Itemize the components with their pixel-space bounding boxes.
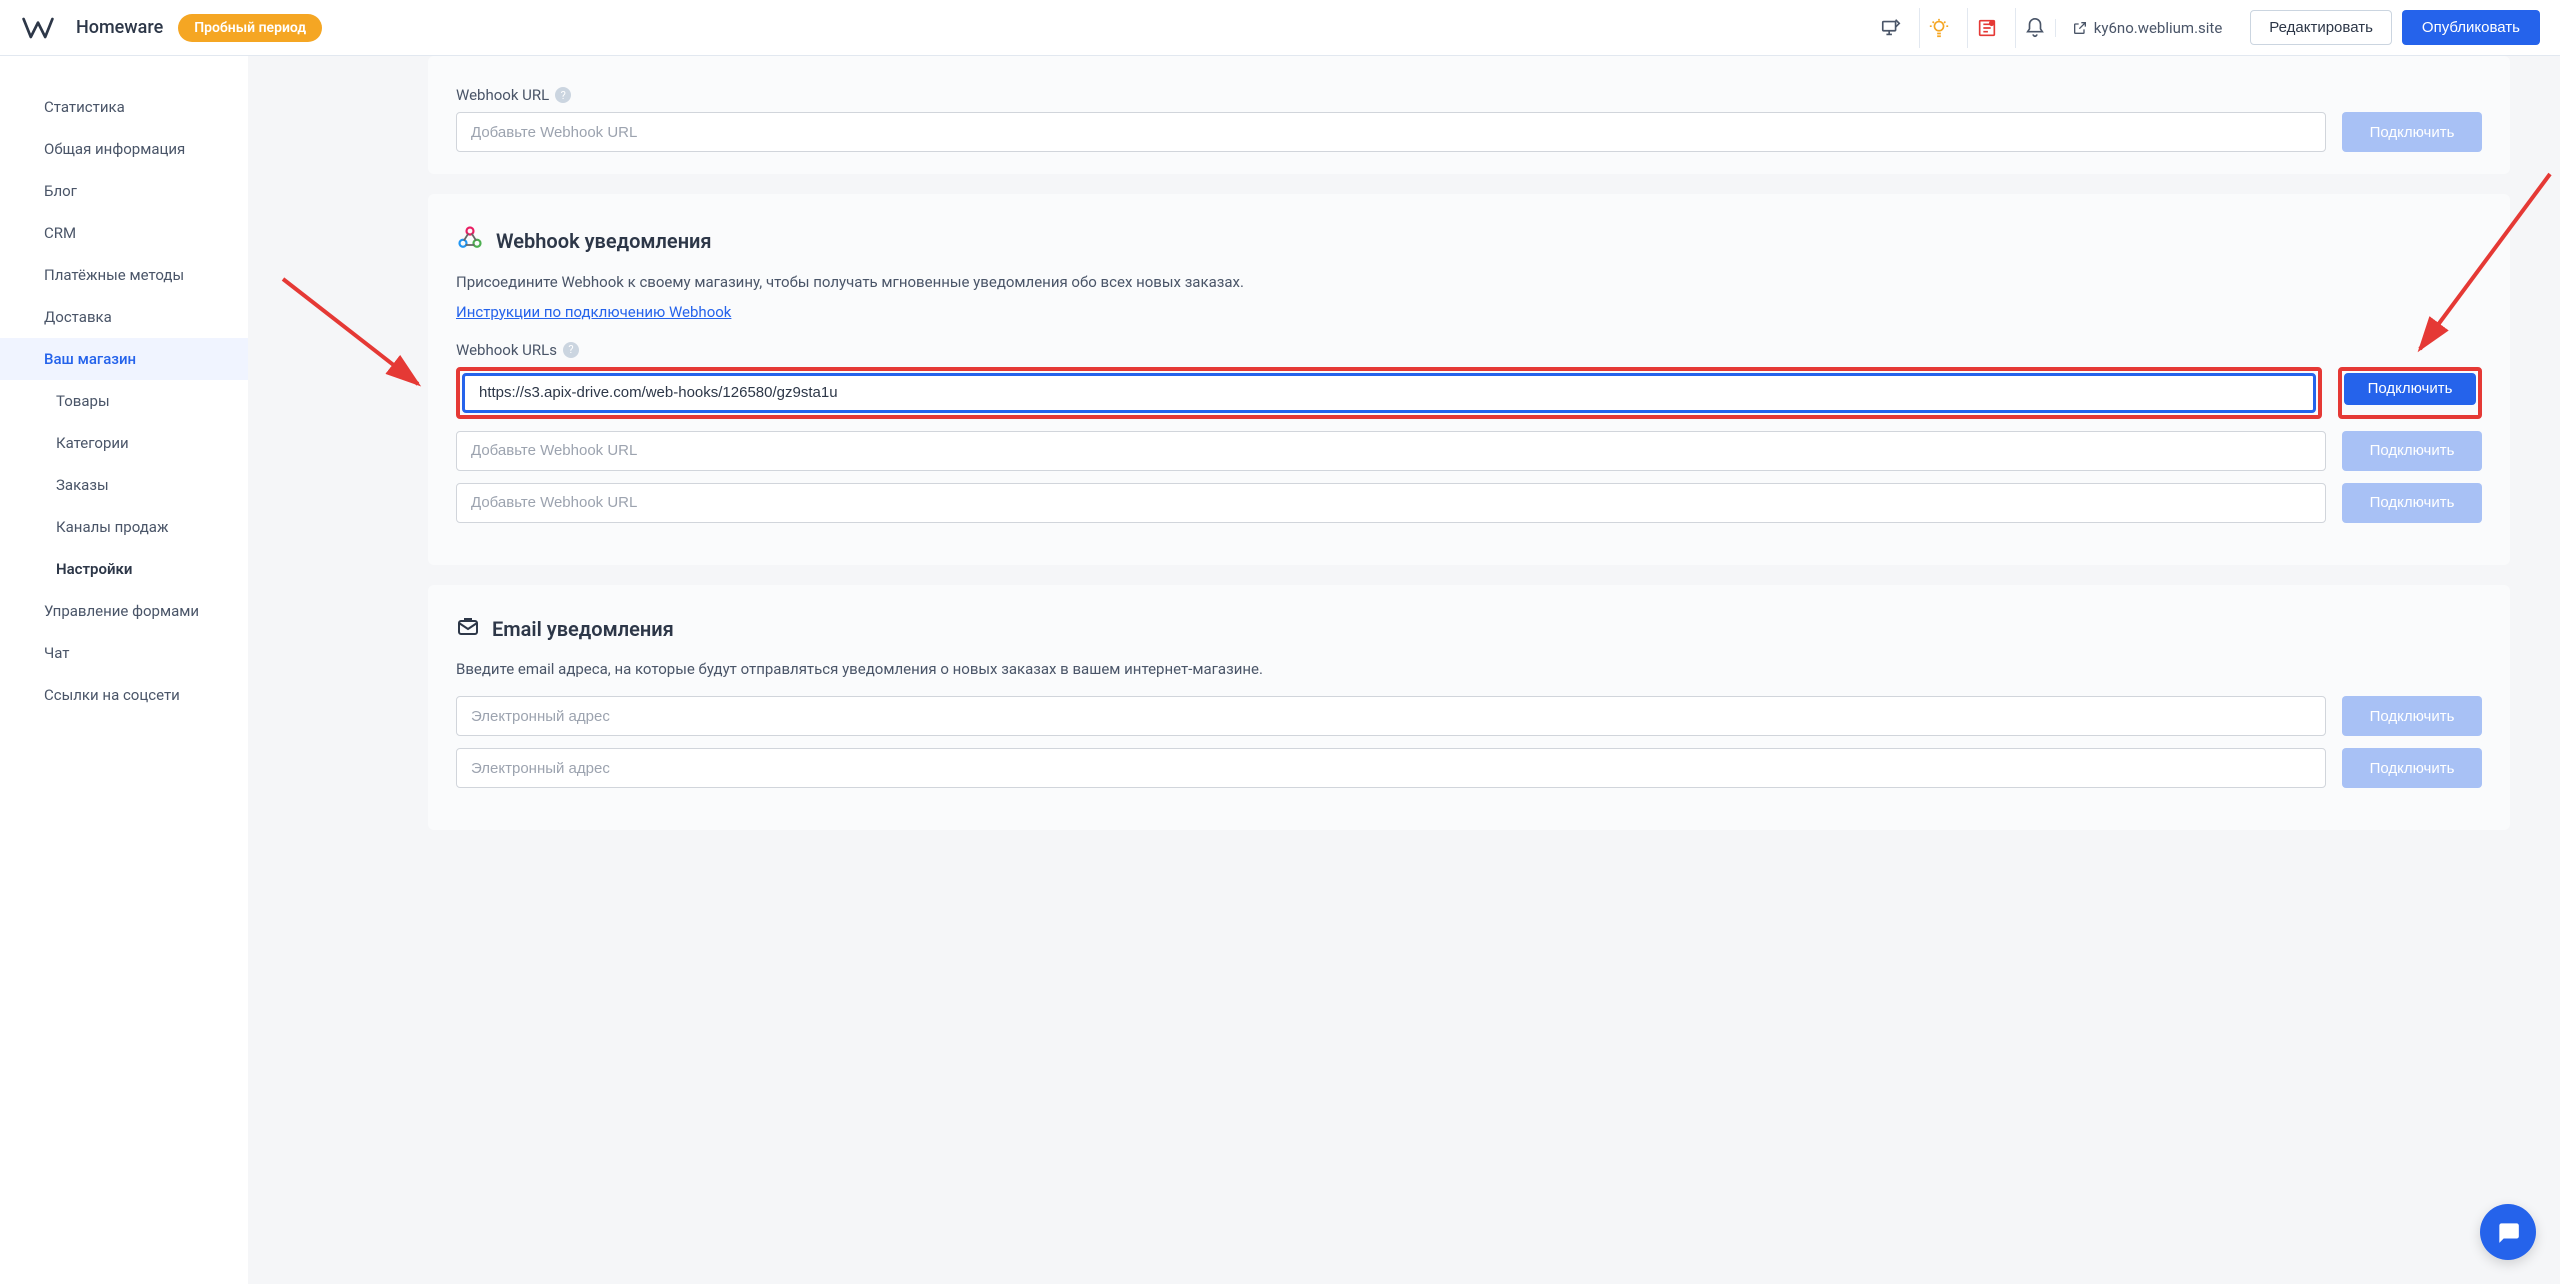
chat-widget[interactable] (2480, 1204, 2536, 1260)
sidebar-item-general[interactable]: Общая информация (0, 128, 248, 170)
sidebar-item-forms[interactable]: Управление формами (0, 590, 248, 632)
sidebar-item-payments[interactable]: Платёжные методы (0, 254, 248, 296)
webhook-url-input[interactable] (456, 112, 2326, 152)
site-url-link[interactable]: ky6no.weblium.site (2055, 19, 2239, 37)
main-content: Webhook URL ? Подключить We (248, 56, 2560, 1284)
header: Homeware Пробный период ky6no.weblium.si… (0, 0, 2560, 56)
help-icon[interactable]: ? (555, 87, 571, 103)
news-icon[interactable] (1967, 8, 2007, 48)
webhook-url-label: Webhook URL (456, 86, 549, 104)
webhook-urls-label: Webhook URLs (456, 341, 557, 359)
connect-button[interactable]: Подключить (2342, 431, 2482, 471)
sidebar-item-delivery[interactable]: Доставка (0, 296, 248, 338)
publish-button[interactable]: Опубликовать (2402, 10, 2540, 45)
email-icon (456, 615, 480, 644)
connect-button-active[interactable]: Подключить (2344, 373, 2476, 405)
connect-button[interactable]: Подключить (2342, 112, 2482, 152)
sidebar-subitem-settings[interactable]: Настройки (0, 548, 248, 590)
webhook-single-card: Webhook URL ? Подключить (428, 56, 2510, 174)
webhook-url-input-3[interactable] (456, 483, 2326, 523)
webhook-url-input-1[interactable] (462, 373, 2316, 413)
email-card-title: Email уведомления (492, 617, 674, 641)
idea-icon[interactable] (1919, 8, 1959, 48)
connect-button-highlight: Подключить (2338, 367, 2482, 419)
webhook-notifications-card: Webhook уведомления Присоедините Webhook… (428, 194, 2510, 565)
trial-badge[interactable]: Пробный период (178, 14, 322, 42)
email-notifications-card: Email уведомления Введите email адреса, … (428, 585, 2510, 831)
sidebar-item-chat[interactable]: Чат (0, 632, 248, 674)
webhook-card-title: Webhook уведомления (496, 229, 712, 253)
connect-button[interactable]: Подключить (2342, 748, 2482, 788)
webhook-card-description: Присоедините Webhook к своему магазину, … (456, 271, 2482, 294)
sidebar-item-crm[interactable]: CRM (0, 212, 248, 254)
connect-button[interactable]: Подключить (2342, 696, 2482, 736)
notifications-icon[interactable] (2015, 8, 2055, 48)
sidebar-subitem-products[interactable]: Товары (0, 380, 248, 422)
header-icons (1871, 8, 2055, 48)
sidebar-item-statistics[interactable]: Статистика (0, 86, 248, 128)
logo[interactable] (20, 10, 56, 46)
sidebar: Статистика Общая информация Блог CRM Пла… (0, 56, 248, 1284)
connect-button[interactable]: Подключить (2342, 483, 2482, 523)
chat-icon (2495, 1219, 2521, 1245)
email-input-2[interactable] (456, 748, 2326, 788)
help-icon[interactable]: ? (563, 342, 579, 358)
sidebar-subitem-categories[interactable]: Категории (0, 422, 248, 464)
annotation-arrow-right (2400, 164, 2560, 364)
design-icon[interactable] (1871, 8, 1911, 48)
sidebar-subitem-channels[interactable]: Каналы продаж (0, 506, 248, 548)
webhook-url-input-2[interactable] (456, 431, 2326, 471)
email-input-1[interactable] (456, 696, 2326, 736)
sidebar-subitem-orders[interactable]: Заказы (0, 464, 248, 506)
external-link-icon (2072, 20, 2088, 36)
webhook-instructions-link[interactable]: Инструкции по подключению Webhook (456, 303, 731, 321)
webhook-icon (456, 224, 484, 257)
site-url-text: ky6no.weblium.site (2094, 19, 2223, 37)
edit-button[interactable]: Редактировать (2250, 10, 2392, 45)
weblium-logo-icon (20, 10, 56, 46)
email-card-description: Введите email адреса, на которые будут о… (456, 658, 2482, 681)
sidebar-item-blog[interactable]: Блог (0, 170, 248, 212)
sidebar-item-social[interactable]: Ссылки на соцсети (0, 674, 248, 716)
sidebar-item-store[interactable]: Ваш магазин (0, 338, 248, 380)
site-name[interactable]: Homeware (76, 17, 163, 38)
webhook-url-highlight (456, 367, 2322, 419)
annotation-arrow-left (273, 269, 433, 399)
